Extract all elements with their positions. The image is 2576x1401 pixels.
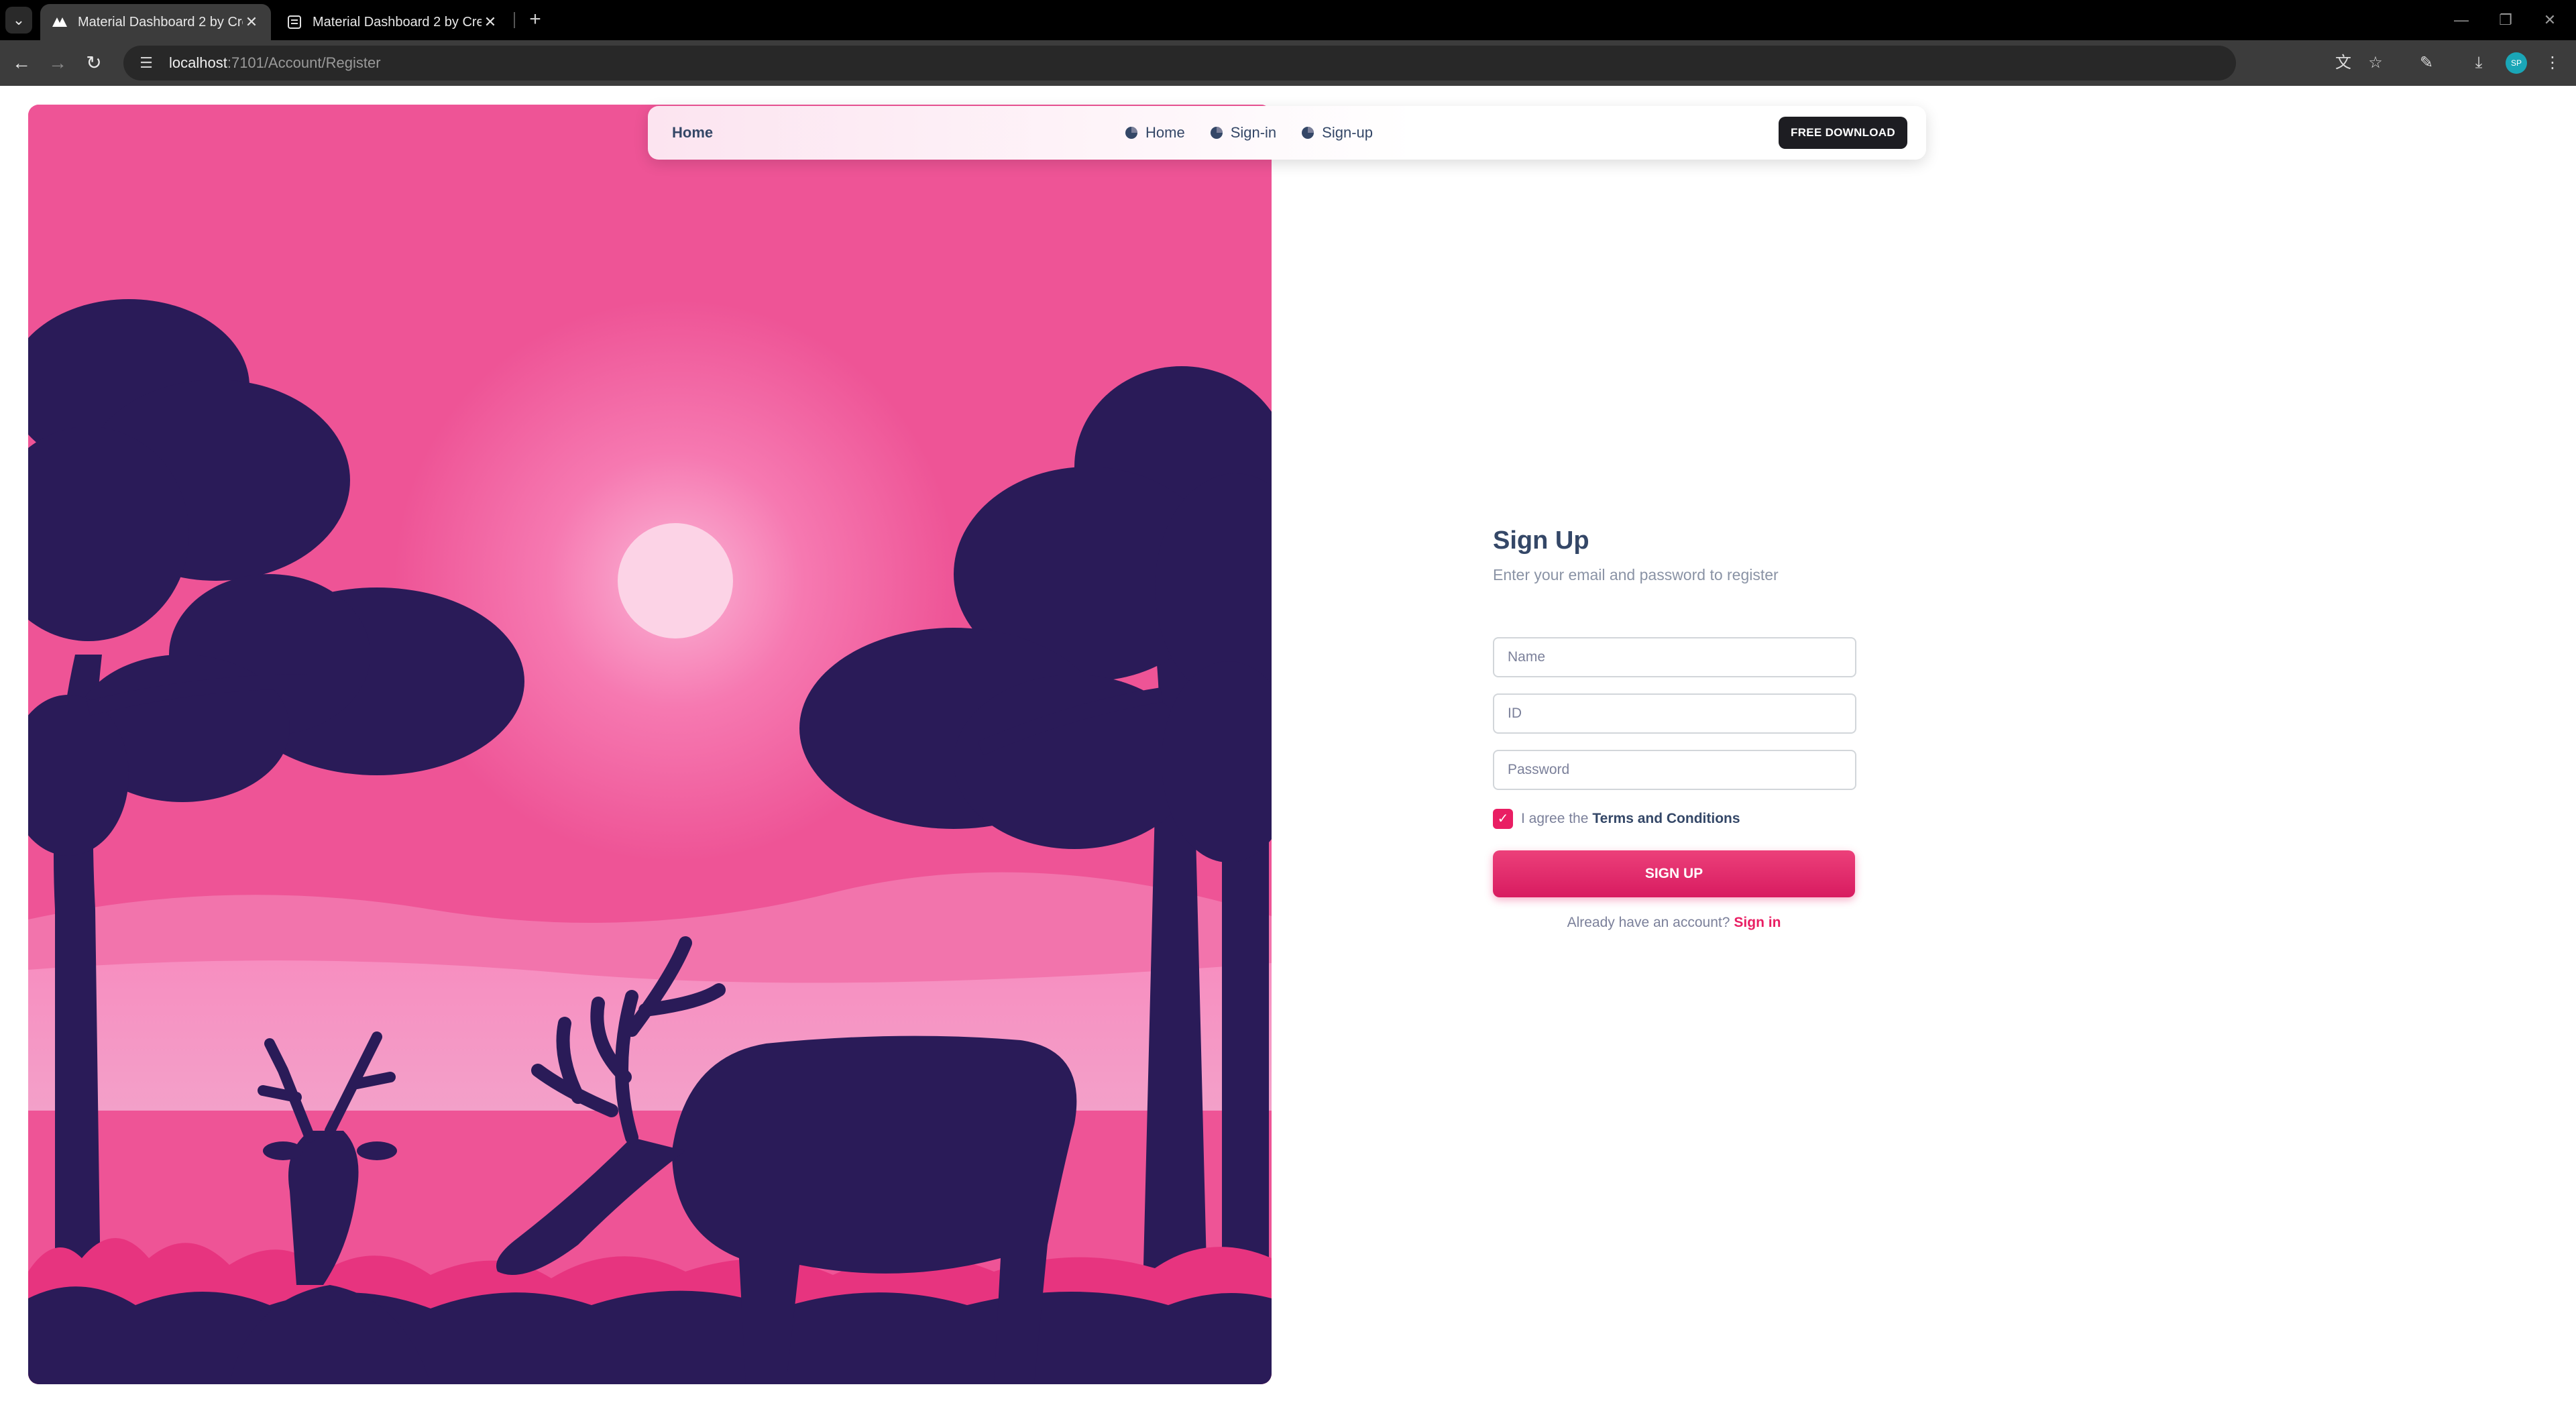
terms-link[interactable]: Terms and Conditions xyxy=(1592,811,1740,827)
profile-avatar[interactable]: SP xyxy=(2506,52,2527,74)
tab-close-icon[interactable]: ✕ xyxy=(243,13,260,31)
name-field[interactable] xyxy=(1493,637,1856,677)
nav-link-label: Sign-up xyxy=(1322,124,1374,141)
nav-link-sign-in[interactable]: Sign-in xyxy=(1209,124,1276,142)
page-content: Home Home Sign-in Sign-up FREE DOWNLOAD … xyxy=(0,86,2576,1401)
browser-tab-active[interactable]: Material Dashboard 2 by Creat ✕ xyxy=(40,4,271,40)
forward-arrow-icon[interactable]: → xyxy=(44,50,71,76)
form-subtitle: Enter your email and password to registe… xyxy=(1493,566,1779,583)
password-input[interactable] xyxy=(1494,751,1855,789)
pie-chart-icon xyxy=(1125,127,1137,139)
minimize-icon[interactable]: — xyxy=(2441,5,2481,35)
reload-icon[interactable]: ↻ xyxy=(80,50,107,76)
browser-tab-bar: ⌄ Material Dashboard 2 by Creat ✕ Materi… xyxy=(0,0,2576,40)
nav-link-sign-up[interactable]: Sign-up xyxy=(1300,124,1373,142)
pie-chart-icon xyxy=(1210,127,1223,139)
sign-in-link[interactable]: Sign in xyxy=(1734,915,1781,930)
restore-icon[interactable]: ❐ xyxy=(2485,5,2526,35)
translate-icon[interactable]: 文 xyxy=(2330,50,2357,76)
signup-form: Sign Up Enter your email and password to… xyxy=(1493,522,1856,930)
more-menu-icon[interactable]: ⋮ xyxy=(2539,50,2566,76)
illustration-art xyxy=(28,105,1272,1384)
download-icon[interactable]: ⤓ xyxy=(2465,50,2492,76)
navbar-links: Home Sign-in Sign-up xyxy=(1124,106,1397,160)
page-favicon-icon xyxy=(288,15,301,29)
bookmark-star-icon[interactable]: ☆ xyxy=(2362,50,2389,76)
free-download-button[interactable]: FREE DOWNLOAD xyxy=(1779,117,1907,149)
nav-link-home[interactable]: Home xyxy=(1124,124,1185,142)
back-arrow-icon[interactable]: ← xyxy=(8,50,35,76)
sunset-deer-illustration xyxy=(28,105,1272,1384)
nav-link-label: Home xyxy=(1145,124,1185,141)
sign-in-prompt: Already have an account? Sign in xyxy=(1493,915,1855,931)
id-field[interactable] xyxy=(1493,693,1856,734)
name-input[interactable] xyxy=(1494,638,1855,676)
sign-up-button[interactable]: SIGN UP xyxy=(1493,850,1855,897)
extensions-icon[interactable]: ✎ xyxy=(2413,50,2440,76)
tab-title: Material Dashboard 2 by Creat xyxy=(313,14,482,30)
nav-link-label: Sign-in xyxy=(1230,124,1277,141)
navbar-brand[interactable]: Home xyxy=(672,106,713,160)
address-bar[interactable]: ☰ localhost:7101/Account/Register xyxy=(123,46,2236,80)
sign-in-prompt-text: Already have an account? xyxy=(1567,915,1730,930)
terms-agreement: ✓ I agree the Terms and Conditions xyxy=(1493,809,1740,829)
terms-checkbox[interactable]: ✓ xyxy=(1493,809,1513,829)
browser-tab-inactive[interactable]: Material Dashboard 2 by Creat ✕ xyxy=(275,4,510,40)
tab-separator xyxy=(514,12,515,28)
form-title: Sign Up xyxy=(1493,526,1589,555)
url-host: localhost xyxy=(169,54,227,71)
pie-chart-icon xyxy=(1302,127,1314,139)
new-tab-icon[interactable]: + xyxy=(522,7,549,34)
password-field[interactable] xyxy=(1493,750,1856,790)
tab-search-icon[interactable]: ⌄ xyxy=(5,7,32,34)
id-input[interactable] xyxy=(1494,695,1855,732)
terms-prefix: I agree the xyxy=(1521,811,1589,826)
url-path: :7101/Account/Register xyxy=(227,54,381,71)
top-navbar: Home Home Sign-in Sign-up FREE DOWNLOAD xyxy=(648,106,1926,160)
site-info-icon[interactable]: ☰ xyxy=(134,51,158,75)
creative-tim-favicon-icon xyxy=(52,17,67,27)
close-window-icon[interactable]: ✕ xyxy=(2530,5,2570,35)
tab-close-icon[interactable]: ✕ xyxy=(482,13,499,31)
browser-toolbar: ← → ↻ ☰ localhost:7101/Account/Register … xyxy=(0,40,2576,86)
tab-title: Material Dashboard 2 by Creat xyxy=(78,14,243,30)
